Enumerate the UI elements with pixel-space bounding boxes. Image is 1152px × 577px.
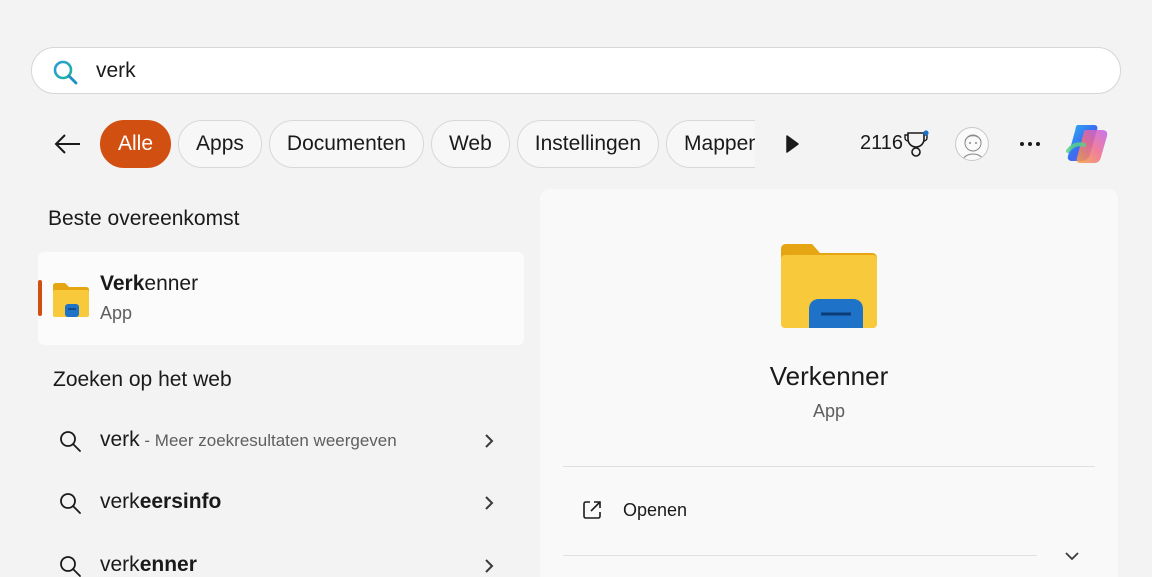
web-suggestion[interactable]: verk - Meer zoekresultaten weergeven <box>38 411 524 471</box>
search-icon <box>60 556 81 577</box>
search-box[interactable] <box>31 47 1121 94</box>
chip-apps[interactable]: Apps <box>178 120 262 168</box>
scroll-filters-right-icon[interactable] <box>782 134 802 154</box>
best-match-type: App <box>100 303 133 323</box>
avatar-sketch-icon <box>962 134 984 160</box>
back-arrow-icon[interactable] <box>52 128 84 160</box>
detail-app-type: App <box>812 401 846 421</box>
user-avatar[interactable] <box>955 127 989 161</box>
best-match-name: Verkenner <box>100 272 199 295</box>
best-match-card[interactable]: Verkenner App <box>38 252 524 345</box>
copilot-icon[interactable] <box>1064 121 1112 167</box>
detail-app-name: Verkenner <box>769 361 889 391</box>
chip-mappen[interactable]: Mappen <box>666 120 755 168</box>
search-input[interactable] <box>96 56 1096 86</box>
web-search-heading: Zoeken op het web <box>53 368 232 391</box>
chevron-right-icon <box>485 496 494 510</box>
web-suggestion[interactable]: verkeersinfo <box>38 473 524 533</box>
rewards-points[interactable]: 2116 <box>860 132 903 155</box>
web-suggestion[interactable]: verkenner <box>38 536 524 577</box>
chevron-right-icon <box>485 434 494 448</box>
open-action[interactable]: Openen <box>563 489 1095 533</box>
chip-web[interactable]: Web <box>430 120 510 168</box>
file-explorer-icon <box>53 283 89 317</box>
open-action-label: Openen <box>623 500 688 520</box>
chip-alle[interactable]: Alle <box>100 120 172 168</box>
divider <box>563 555 1037 556</box>
divider <box>563 466 1095 467</box>
detail-panel: Verkenner App Openen <box>540 189 1118 577</box>
rewards-trophy-icon[interactable] <box>903 130 929 158</box>
selection-indicator <box>38 280 42 316</box>
best-match-heading: Beste overeenkomst <box>48 207 240 230</box>
more-options-icon[interactable] <box>1016 132 1044 156</box>
search-icon <box>60 493 81 514</box>
search-icon <box>53 60 78 85</box>
filter-chips: Alle Apps Documenten Web Instellingen Ma… <box>100 120 755 168</box>
file-explorer-large-icon <box>781 244 877 328</box>
search-icon <box>60 431 81 452</box>
chip-instellingen[interactable]: Instellingen <box>516 120 660 168</box>
open-external-icon <box>583 501 601 519</box>
chip-documenten[interactable]: Documenten <box>268 120 424 168</box>
chevron-down-icon[interactable] <box>1062 549 1082 565</box>
chevron-right-icon <box>485 559 494 573</box>
